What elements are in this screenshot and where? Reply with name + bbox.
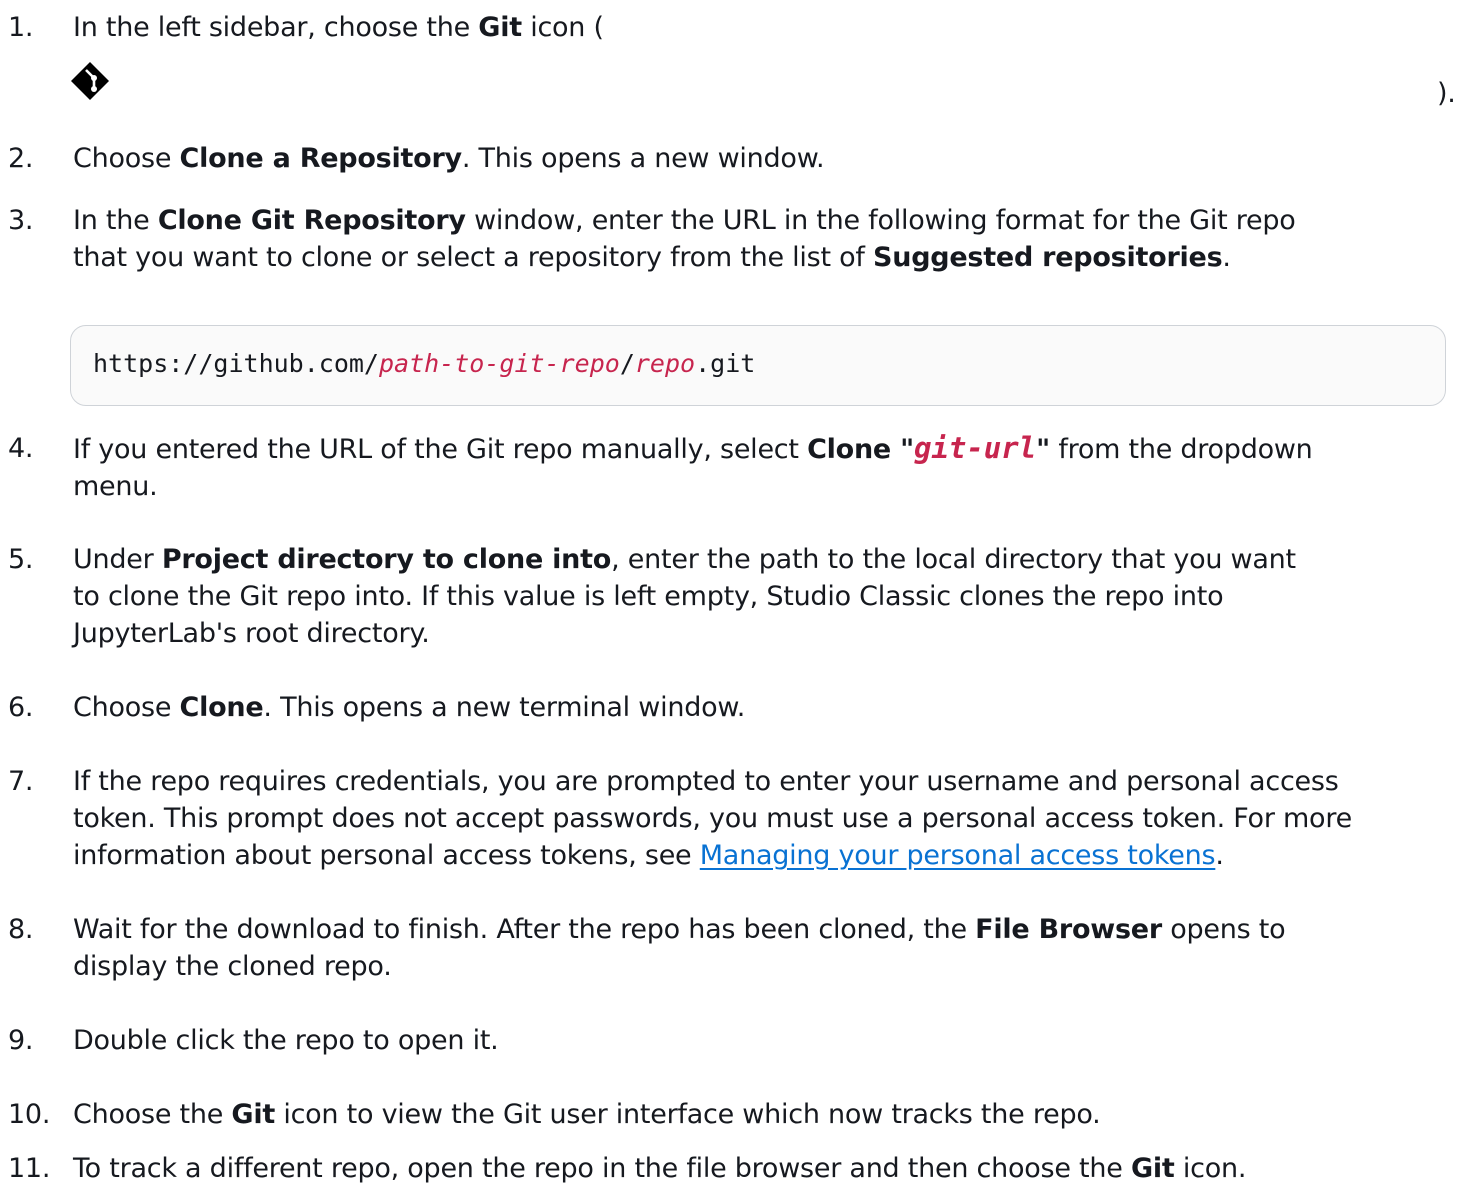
step-number: 1. bbox=[8, 12, 34, 43]
step-text: If you entered the URL of the Git repo m… bbox=[73, 431, 1313, 502]
step-text: If the repo requires credentials, you ar… bbox=[73, 766, 1352, 871]
step-number: 5. bbox=[8, 544, 34, 575]
inline-code: git-url bbox=[913, 431, 1037, 465]
step-number: 11. bbox=[8, 1153, 51, 1184]
step-text: In the left sidebar, choose the Git icon… bbox=[73, 12, 604, 43]
closing-paren: ). bbox=[1437, 78, 1456, 109]
step-number: 7. bbox=[8, 766, 34, 797]
code-block: https://github.com/path-to-git-repo/repo… bbox=[70, 325, 1446, 406]
managing-tokens-link[interactable]: Managing your personal access tokens bbox=[700, 840, 1216, 871]
step-number: 2. bbox=[8, 143, 34, 174]
code-url: https://github.com/path-to-git-repo/repo… bbox=[93, 349, 756, 378]
step-text: Choose Clone a Repository. This opens a … bbox=[73, 143, 825, 174]
step-number: 10. bbox=[8, 1099, 51, 1130]
step-number: 3. bbox=[8, 205, 34, 236]
step-number: 9. bbox=[8, 1025, 34, 1056]
step-text: Choose the Git icon to view the Git user… bbox=[73, 1099, 1101, 1130]
step-text: To track a different repo, open the repo… bbox=[73, 1153, 1247, 1184]
step-number: 6. bbox=[8, 692, 34, 723]
step-text: In the Clone Git Repository window, ente… bbox=[73, 205, 1296, 273]
step-number: 4. bbox=[8, 433, 34, 464]
step-text: Double click the repo to open it. bbox=[73, 1025, 499, 1056]
git-icon bbox=[71, 62, 109, 100]
step-number: 8. bbox=[8, 914, 34, 945]
step-text: Wait for the download to finish. After t… bbox=[73, 914, 1286, 982]
step-text: Choose Clone. This opens a new terminal … bbox=[73, 692, 746, 723]
step-text: Under Project directory to clone into, e… bbox=[73, 544, 1296, 649]
